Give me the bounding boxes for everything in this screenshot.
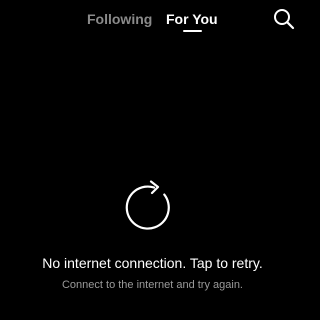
retry-icon[interactable] [125, 180, 181, 236]
tab-following[interactable]: Following [87, 10, 152, 28]
tab-for-you[interactable]: For You [166, 10, 218, 28]
error-subtitle: Connect to the internet and try again. [61, 279, 243, 291]
search-button[interactable] [272, 7, 296, 31]
active-tab-indicator [183, 30, 202, 32]
error-message[interactable]: No internet connection. Tap to retry. [0, 254, 305, 272]
search-icon [274, 9, 295, 30]
top-navigation: Following For You [0, 0, 305, 40]
